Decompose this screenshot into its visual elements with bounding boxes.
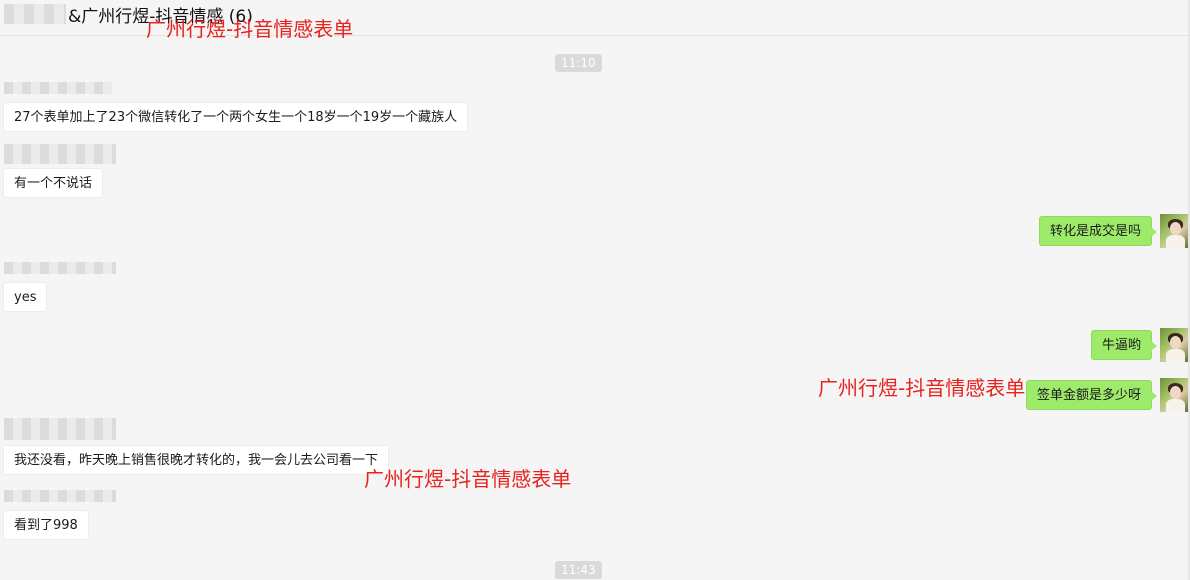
message-bubble[interactable]: 27个表单加上了23个微信转化了一个两个女生一个18岁一个19岁一个藏族人 [3,102,469,132]
message-bubble[interactable]: 我还没看，昨天晚上销售很晚才转化的，我一会儿去公司看一下 [3,445,390,475]
user-avatar[interactable] [1160,214,1190,248]
timestamp: 11:43 [555,561,602,579]
watermark: 广州行煜-抖音情感表单 [818,376,1026,400]
watermark: 广州行煜-抖音情感表单 [146,17,354,41]
sender-name-blurred [4,262,116,274]
message-bubble[interactable]: 签单金额是多少呀 [1025,380,1158,410]
message-bubble[interactable]: 牛逼哟 [1090,330,1158,360]
user-avatar[interactable] [1160,378,1190,412]
sender-name-blurred [4,418,116,440]
sender-name-blurred [4,490,116,502]
timestamp: 11:10 [555,54,602,72]
message-bubble[interactable]: 有一个不说话 [3,168,104,198]
watermark: 广州行煜-抖音情感表单 [364,467,572,491]
sender-name-blurred [4,82,112,94]
message-bubble[interactable]: 转化是成交是吗 [1038,216,1158,246]
blurred-group-name [4,4,66,24]
message-bubble[interactable]: yes [3,282,48,312]
message-bubble[interactable]: 看到了998 [3,510,89,540]
sender-name-blurred [4,144,116,164]
user-avatar[interactable] [1160,328,1190,362]
